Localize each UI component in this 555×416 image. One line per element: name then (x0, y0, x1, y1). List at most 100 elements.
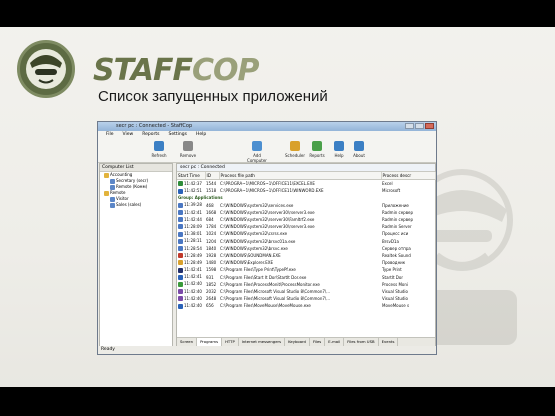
slide-caption: Список запущенных приложений (98, 88, 328, 105)
minimize-button[interactable] (405, 123, 414, 129)
tab-programs[interactable]: Programs (197, 338, 223, 346)
start-time: 11:39:28 (184, 202, 202, 208)
toolbar-label: Help (334, 153, 344, 158)
table-row[interactable]: 11:42:40 656 C:\Program Files\MoveMouse\Mo… (177, 302, 435, 309)
table-row[interactable]: 11:28:49 1928 C:\WINDOWS\SOUNDMAN.EXE Realt… (177, 252, 435, 259)
path-cell: C:\WINDOWS\system32\csrss.exe (220, 231, 288, 237)
table-row[interactable]: 11:28:49 1480 C:\WINDOWS\Explorer.EXE Прово… (177, 259, 435, 266)
process-icon (178, 181, 183, 187)
table-row[interactable]: 11:28:11 1204 C:\WINDOWS\system32\brsvc01a… (177, 238, 435, 245)
start-time-cell: 11:42:37 (177, 180, 205, 188)
menu-item-reports[interactable]: Reports (142, 131, 159, 139)
start-time-cell: 11:42:40 (177, 302, 205, 309)
toolbar-add-computer-button[interactable]: Add Computer (246, 141, 268, 163)
tab-e-mail[interactable]: E-mail (325, 338, 345, 346)
column-header[interactable]: Process descr (381, 172, 436, 180)
table-row[interactable]: 11:38:01 1024 C:\WINDOWS\system32\csrss.ex… (177, 230, 435, 237)
descr-cell: Сервер отпра (382, 245, 411, 251)
toolbar-refresh-button[interactable]: Refresh (148, 141, 170, 158)
table-row[interactable]: 11:28:54 1840 C:\WINDOWS\system32\brsvc.ex… (177, 245, 435, 252)
menu-item-settings[interactable]: Settings (168, 131, 186, 139)
descr-cell: Radmin сервер (382, 209, 414, 215)
tree-item-label: Secretary (secr) (116, 178, 149, 183)
path-cell: C:\WINDOWS\system32\rserver30\rserver3.e… (220, 224, 315, 230)
menu-item-help[interactable]: Help (196, 131, 206, 139)
maximize-button[interactable] (415, 123, 424, 129)
toolbar-reports-button[interactable]: Reports (306, 141, 328, 158)
table-row[interactable]: 11:42:41 931 C:\Program Files\Start It Dor… (177, 273, 435, 280)
table-row[interactable]: 11:42:37 1544 C:\PROGRA~1\MICROS~1\OFFICE1… (177, 180, 435, 188)
descr-cell: Radmin сервер (382, 217, 414, 223)
tab-screen[interactable]: Screen (177, 338, 198, 346)
pid-cell: 1784 (206, 224, 217, 230)
toolbar-remove-button[interactable]: Remove (177, 141, 199, 158)
menu-item-file[interactable]: File (106, 131, 114, 139)
window-title: secr pc : Connected - StaffCop (116, 123, 193, 129)
table-row[interactable]: 11:42:40 1852 C:\Program Files\ProcessMoni… (177, 281, 435, 288)
path-cell: C:\Program Files\ProcessMonit\ProcessMon… (220, 281, 320, 287)
window-title-bar[interactable]: secr pc : Connected - StaffCop (98, 122, 436, 131)
start-time: 11:42:40 (184, 303, 202, 309)
reports-icon (312, 141, 322, 151)
path-cell: C:\WINDOWS\SOUNDMAN.EXE (220, 252, 281, 258)
start-time: 11:28:49 (184, 252, 202, 258)
tree-item[interactable]: Sales (sales) (100, 202, 172, 208)
process-icon (178, 188, 183, 194)
presentation-slide: STAFFCOP Список запущенных приложений se… (0, 0, 555, 416)
column-header[interactable]: ID (205, 172, 220, 180)
process-table: Start Time ID Process file path Process des… (177, 172, 436, 309)
process-icon (178, 210, 183, 216)
toolbar-label: About (353, 153, 365, 158)
column-header[interactable]: Start Time (177, 172, 206, 180)
tab-files[interactable]: Files (310, 338, 326, 346)
window-controls (405, 123, 434, 129)
tab-events[interactable]: Events (379, 338, 399, 346)
menu-item-view[interactable]: View (123, 131, 134, 139)
tree-item-label: Accounting (110, 172, 133, 177)
tab-http[interactable]: HTTP (222, 338, 239, 346)
start-time: 11:42:40 (184, 281, 202, 287)
toolbar: Refresh Remove Add Computer Scheduler Report… (98, 139, 436, 163)
toolbar-about-button[interactable]: About (348, 141, 370, 158)
table-row[interactable]: 11:42:41 1668 C:\WINDOWS\system32\rserver3… (177, 209, 435, 216)
table-row[interactable]: 11:42:40 2648 C:\Program Files\Microsoft V… (177, 295, 435, 302)
tab-files-from-usb[interactable]: Files from USB (344, 338, 379, 346)
start-time-cell: 11:42:40 (177, 288, 205, 295)
toolbar-label: Scheduler (284, 153, 306, 158)
pid-cell: 1518 (206, 188, 217, 194)
connection-tab[interactable]: secr pc : Connected (177, 164, 435, 172)
pid-cell: 2032 (206, 288, 217, 294)
start-time: 11:28:49 (184, 259, 202, 265)
table-row[interactable]: 11:39:28 468 C:\WINDOWS\system32\services.… (177, 202, 435, 209)
bottom-tab-strip: Screen Programs HTTP Internet messengers Key… (177, 337, 435, 346)
close-button[interactable] (425, 123, 434, 129)
tab-internet-messengers[interactable]: Internet messengers (239, 338, 286, 346)
tab-keyboard[interactable]: Keyboard (285, 338, 310, 346)
start-time-cell: 11:38:01 (177, 230, 205, 237)
start-time-cell: 11:42:41 (177, 209, 205, 216)
path-cell: C:\Program Files\Start It Dor\StartIt Do… (220, 274, 307, 280)
descr-cell: Visual Studio (382, 288, 408, 294)
start-time-cell: 11:42:41 (177, 266, 205, 273)
path-cell: C:\WINDOWS\system32\brsvc.exe (220, 245, 288, 251)
pid-cell: 931 (206, 274, 214, 280)
path-cell: C:\Program Files\Type Print\TypePf.exe (220, 267, 296, 273)
table-row[interactable]: 11:42:44 684 C:\WINDOWS\system32\rserver30… (177, 216, 435, 223)
table-row[interactable]: 11:28:09 1784 C:\WINDOWS\system32\rserver3… (177, 223, 435, 230)
toolbar-help-button[interactable]: Help (328, 141, 350, 158)
table-row[interactable]: 11:42:40 2032 C:\Program Files\Microsoft V… (177, 288, 435, 295)
toolbar-label: Remove (179, 153, 197, 158)
toolbar-scheduler-button[interactable]: Scheduler (284, 141, 306, 158)
table-row[interactable]: 11:42:51 1518 C:\PROGRA~1\MICROS~1\OFFICE1… (177, 187, 435, 194)
table-row[interactable]: 11:42:41 1598 C:\Program Files\Type Print\… (177, 266, 435, 273)
descr-cell: Microsoft (382, 188, 401, 194)
descr-cell: MoveMouse s (382, 303, 410, 309)
computer-list-header: Computer List (100, 164, 172, 172)
column-header[interactable]: Process file path (219, 172, 382, 180)
staffcop-window: secr pc : Connected - StaffCop File View R… (97, 121, 437, 355)
computer-list-panel: Computer List Accounting Secretary (secr)… (99, 163, 173, 347)
start-time: 11:42:41 (184, 267, 202, 273)
group-row[interactable]: Group: Applications (177, 194, 435, 201)
start-time: 11:42:41 (184, 274, 202, 280)
process-icon (178, 296, 183, 302)
